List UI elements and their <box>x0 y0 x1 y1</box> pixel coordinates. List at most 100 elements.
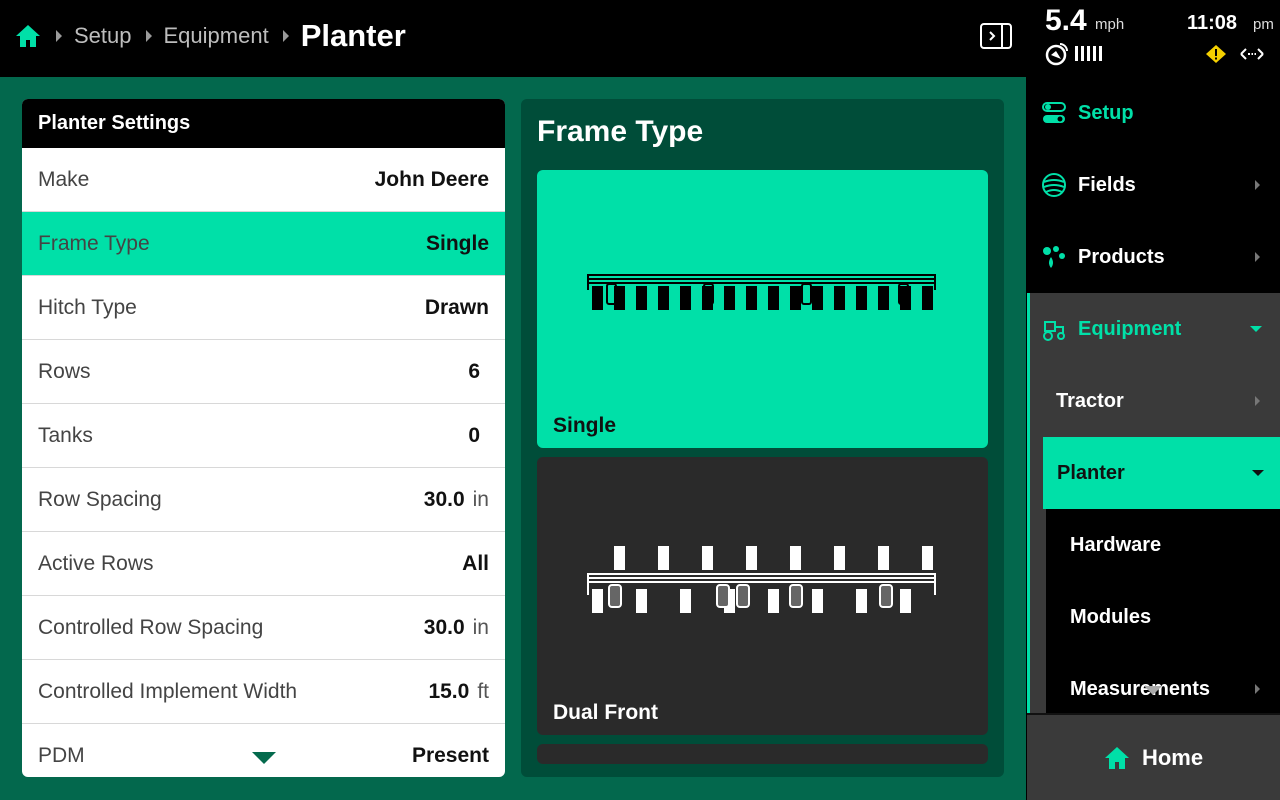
setting-value-text: 30.0 <box>423 487 465 511</box>
nav-item-planter[interactable]: Planter <box>1043 437 1280 509</box>
setting-value: 6 <box>468 360 480 384</box>
setting-row-frame-type[interactable]: Frame Type Single <box>22 212 505 276</box>
chevron-right-icon <box>1255 252 1260 262</box>
panel-toggle-icon[interactable] <box>980 23 1012 49</box>
setting-value-text: All <box>462 551 489 575</box>
setting-row-make[interactable]: Make John Deere <box>22 148 505 212</box>
setting-row-controlled-implement-width[interactable]: Controlled Implement Width 15.0 ft <box>22 660 505 724</box>
nav-label: Equipment <box>1078 317 1182 340</box>
setting-unit: in <box>472 487 489 511</box>
planter-settings-card: Planter Settings Make John Deere Frame T… <box>22 99 505 777</box>
frame-type-panel: Frame Type Single Dual Front <box>521 99 1004 777</box>
setting-label: Tanks <box>38 423 93 447</box>
frame-option-single[interactable]: Single <box>537 170 988 448</box>
speed-value: 5.4 <box>1045 4 1087 37</box>
nav-label: Planter <box>1057 461 1125 484</box>
setting-row-pdm[interactable]: PDM Present <box>22 724 505 777</box>
setting-value: Single <box>426 232 489 256</box>
setting-unit: ft <box>477 679 489 703</box>
nav-item-fields[interactable]: Fields <box>1027 149 1280 221</box>
breadcrumb-setup[interactable]: Setup <box>74 23 132 49</box>
setting-row-active-rows[interactable]: Active Rows All <box>22 532 505 596</box>
chevron-down-icon <box>1250 326 1262 332</box>
clock-time: 11:08 <box>1187 12 1238 34</box>
nav-item-products[interactable]: Products <box>1027 221 1280 293</box>
frame-option-label: Single <box>553 414 617 437</box>
setting-value: 15.0 ft <box>428 680 489 704</box>
nav-label: Measurements <box>1070 677 1211 700</box>
setting-value-text: 6 <box>468 359 480 383</box>
link-icon[interactable] <box>1239 44 1265 64</box>
dual-front-frame-diagram-icon <box>587 546 936 613</box>
breadcrumb-equipment[interactable]: Equipment <box>164 23 269 49</box>
side-nav: Setup Fields Products Equipment Tractor <box>1027 77 1280 713</box>
nav-label: Modules <box>1070 605 1152 628</box>
home-icon[interactable] <box>14 22 42 50</box>
nav-label: Hardware <box>1070 533 1162 556</box>
chevron-right-icon <box>1255 396 1260 406</box>
nav-item-setup[interactable]: Setup <box>1027 77 1280 149</box>
setting-value: All <box>462 552 489 576</box>
breadcrumb-separator <box>56 30 62 42</box>
setting-label: Rows <box>38 359 91 383</box>
setting-value-text: Single <box>425 231 489 255</box>
setting-row-hitch-type[interactable]: Hitch Type Drawn <box>22 276 505 340</box>
nav-item-modules[interactable]: Modules <box>1027 581 1280 653</box>
products-icon <box>1041 244 1067 270</box>
nav-label: Fields <box>1078 173 1136 196</box>
setting-label: Controlled Implement Width <box>38 679 298 703</box>
setting-value-text: Drawn <box>424 295 489 319</box>
setting-value-text: John Deere <box>374 167 489 191</box>
setting-row-controlled-row-spacing[interactable]: Controlled Row Spacing 30.0 in <box>22 596 505 660</box>
setting-value: 30.0 in <box>424 488 489 512</box>
setting-label: Make <box>38 167 90 191</box>
frame-option-partial[interactable] <box>537 744 988 764</box>
fields-icon <box>1041 172 1067 198</box>
nav-item-measurements[interactable]: Measurements <box>1027 653 1280 713</box>
nav-label: Tractor <box>1056 389 1124 412</box>
nav-label: Setup <box>1078 101 1134 124</box>
scroll-down-icon[interactable] <box>252 752 276 764</box>
setting-label: Row Spacing <box>38 487 162 511</box>
settings-title: Planter Settings <box>22 99 505 148</box>
single-frame-diagram-icon <box>587 274 936 310</box>
setting-row-row-spacing[interactable]: Row Spacing 30.0 in <box>22 468 505 532</box>
setting-row-tanks[interactable]: Tanks 0 <box>22 404 505 468</box>
setting-label: Controlled Row Spacing <box>38 615 264 639</box>
nav-item-hardware[interactable]: Hardware <box>1027 509 1280 581</box>
equipment-icon <box>1041 316 1067 342</box>
setting-value: 0 <box>468 424 480 448</box>
frame-option-label: Dual Front <box>553 701 658 724</box>
breadcrumb-separator <box>282 30 289 42</box>
setting-label: PDM <box>38 743 85 767</box>
home-button[interactable]: Home <box>1027 713 1280 800</box>
setting-value: John Deere <box>375 168 489 192</box>
setting-label: Frame Type <box>38 231 150 255</box>
home-button-label: Home <box>1141 744 1204 770</box>
status-panel: 5.4 mph 11:08 pm <box>1027 0 1280 77</box>
nav-item-equipment[interactable]: Equipment <box>1027 293 1280 365</box>
chevron-right-icon <box>1255 684 1260 694</box>
main-area: Planter Settings Make John Deere Frame T… <box>0 77 1026 800</box>
chevron-down-icon <box>1252 470 1264 476</box>
breadcrumb: Setup Equipment Planter <box>14 0 406 72</box>
home-icon <box>1104 746 1129 769</box>
signal-bars-icon <box>1075 46 1102 61</box>
frame-option-dual-front[interactable]: Dual Front <box>537 457 988 735</box>
setting-row-rows[interactable]: Rows 6 <box>22 340 505 404</box>
warning-icon[interactable] <box>1205 44 1227 64</box>
nav-label: Products <box>1078 245 1165 268</box>
breadcrumb-separator <box>145 30 152 42</box>
setting-value-text: Present <box>411 743 489 767</box>
gps-icon[interactable] <box>1045 42 1069 66</box>
setup-icon <box>1041 100 1067 126</box>
setting-value-text: 30.0 <box>423 615 465 639</box>
setting-value-text: 0 <box>468 423 480 447</box>
speed-unit: mph <box>1095 16 1125 33</box>
setting-label: Hitch Type <box>38 295 137 319</box>
nav-item-tractor[interactable]: Tractor <box>1027 365 1280 437</box>
setting-value-text: 15.0 <box>428 679 470 703</box>
setting-value: Present <box>412 744 489 768</box>
clock-ampm: pm <box>1253 16 1274 33</box>
top-bar: Setup Equipment Planter <box>0 0 1026 77</box>
